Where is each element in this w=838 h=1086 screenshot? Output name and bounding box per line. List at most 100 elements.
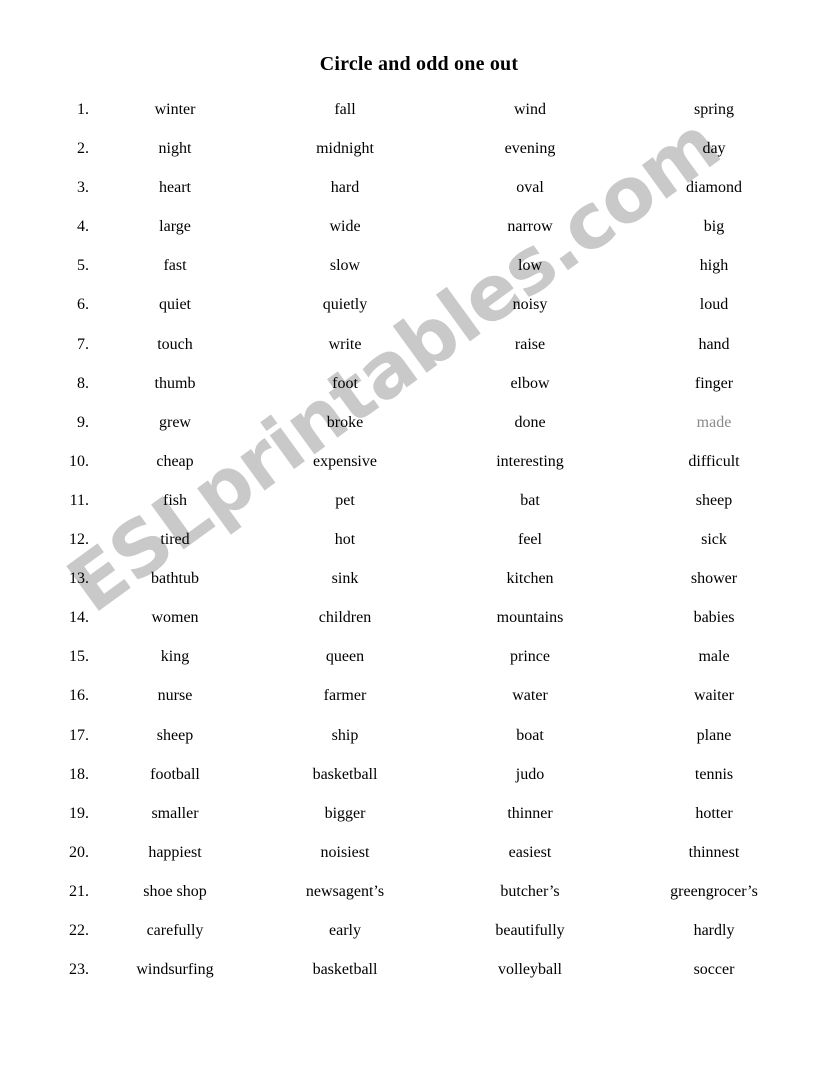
word-option[interactable]: waiter [634, 686, 794, 706]
word-option[interactable]: judo [450, 765, 610, 785]
word-option[interactable]: water [450, 686, 610, 706]
word-option[interactable]: ship [265, 726, 425, 746]
word-option[interactable]: thinnest [634, 843, 794, 863]
word-option[interactable]: babies [634, 608, 794, 628]
word-option[interactable]: fast [95, 256, 255, 276]
word-option[interactable]: fall [265, 100, 425, 120]
word-option[interactable]: basketball [265, 765, 425, 785]
word-option[interactable]: children [265, 608, 425, 628]
word-option[interactable]: wide [265, 217, 425, 237]
word-option[interactable]: early [265, 921, 425, 941]
exercise-row: 2. night midnight evening day [0, 139, 838, 178]
word-option[interactable]: evening [450, 139, 610, 159]
word-option[interactable]: thumb [95, 374, 255, 394]
word-option[interactable]: narrow [450, 217, 610, 237]
exercise-row: 5. fast slow low high [0, 256, 838, 295]
word-option[interactable]: women [95, 608, 255, 628]
word-option[interactable]: happiest [95, 843, 255, 863]
word-option[interactable]: grew [95, 413, 255, 433]
word-option[interactable]: prince [450, 647, 610, 667]
row-number: 16. [69, 687, 89, 705]
word-option[interactable]: bigger [265, 804, 425, 824]
word-option[interactable]: broke [265, 413, 425, 433]
word-option[interactable]: big [634, 217, 794, 237]
word-option[interactable]: slow [265, 256, 425, 276]
word-option[interactable]: shower [634, 569, 794, 589]
exercise-row: 15. king queen prince male [0, 647, 838, 686]
word-option[interactable]: midnight [265, 139, 425, 159]
word-option[interactable]: hard [265, 178, 425, 198]
word-option[interactable]: made [634, 413, 794, 433]
word-option[interactable]: greengrocer’s [634, 882, 794, 902]
word-option[interactable]: newsagent’s [265, 882, 425, 902]
row-number: 8. [77, 374, 89, 392]
word-option[interactable]: write [265, 335, 425, 355]
word-option[interactable]: thinner [450, 804, 610, 824]
word-option[interactable]: expensive [265, 452, 425, 472]
word-option[interactable]: elbow [450, 374, 610, 394]
word-option[interactable]: diamond [634, 178, 794, 198]
word-option[interactable]: hot [265, 530, 425, 550]
word-option[interactable]: mountains [450, 608, 610, 628]
word-option[interactable]: hotter [634, 804, 794, 824]
word-option[interactable]: carefully [95, 921, 255, 941]
word-option[interactable]: beautifully [450, 921, 610, 941]
word-option[interactable]: kitchen [450, 569, 610, 589]
word-option[interactable]: volleyball [450, 960, 610, 980]
exercise-row: 13. bathtub sink kitchen shower [0, 569, 838, 608]
word-option[interactable]: farmer [265, 686, 425, 706]
word-option[interactable]: easiest [450, 843, 610, 863]
word-option[interactable]: sheep [95, 726, 255, 746]
word-option[interactable]: sick [634, 530, 794, 550]
word-option[interactable]: spring [634, 100, 794, 120]
word-option[interactable]: football [95, 765, 255, 785]
word-option[interactable]: sheep [634, 491, 794, 511]
word-option[interactable]: hand [634, 335, 794, 355]
word-option[interactable]: butcher’s [450, 882, 610, 902]
row-number: 1. [77, 101, 89, 118]
word-option[interactable]: large [95, 217, 255, 237]
word-option[interactable]: done [450, 413, 610, 433]
word-option[interactable]: sink [265, 569, 425, 589]
word-option[interactable]: low [450, 256, 610, 276]
word-option[interactable]: finger [634, 374, 794, 394]
word-option[interactable]: winter [95, 100, 255, 120]
word-option[interactable]: noisiest [265, 843, 425, 863]
word-option[interactable]: noisy [450, 295, 610, 315]
word-option[interactable]: wind [450, 100, 610, 120]
word-option[interactable]: smaller [95, 804, 255, 824]
word-option[interactable]: cheap [95, 452, 255, 472]
word-option[interactable]: hardly [634, 921, 794, 941]
word-option[interactable]: male [634, 647, 794, 667]
word-option[interactable]: quietly [265, 295, 425, 315]
word-option[interactable]: windsurfing [95, 960, 255, 980]
word-option[interactable]: foot [265, 374, 425, 394]
word-option[interactable]: queen [265, 647, 425, 667]
word-option[interactable]: bathtub [95, 569, 255, 589]
word-option[interactable]: day [634, 139, 794, 159]
word-option[interactable]: tennis [634, 765, 794, 785]
word-option[interactable]: quiet [95, 295, 255, 315]
word-option[interactable]: loud [634, 295, 794, 315]
word-option[interactable]: difficult [634, 452, 794, 472]
word-option[interactable]: tired [95, 530, 255, 550]
word-option[interactable]: interesting [450, 452, 610, 472]
word-option[interactable]: nurse [95, 686, 255, 706]
word-option[interactable]: basketball [265, 960, 425, 980]
word-option[interactable]: bat [450, 491, 610, 511]
word-option[interactable]: boat [450, 726, 610, 746]
word-option[interactable]: king [95, 647, 255, 667]
word-option[interactable]: plane [634, 726, 794, 746]
word-option[interactable]: pet [265, 491, 425, 511]
row-number: 13. [69, 570, 89, 588]
word-option[interactable]: touch [95, 335, 255, 355]
word-option[interactable]: shoe shop [95, 882, 255, 902]
word-option[interactable]: soccer [634, 960, 794, 980]
word-option[interactable]: night [95, 139, 255, 159]
word-option[interactable]: fish [95, 491, 255, 511]
word-option[interactable]: raise [450, 335, 610, 355]
word-option[interactable]: oval [450, 178, 610, 198]
word-option[interactable]: feel [450, 530, 610, 550]
word-option[interactable]: heart [95, 178, 255, 198]
word-option[interactable]: high [634, 256, 794, 276]
